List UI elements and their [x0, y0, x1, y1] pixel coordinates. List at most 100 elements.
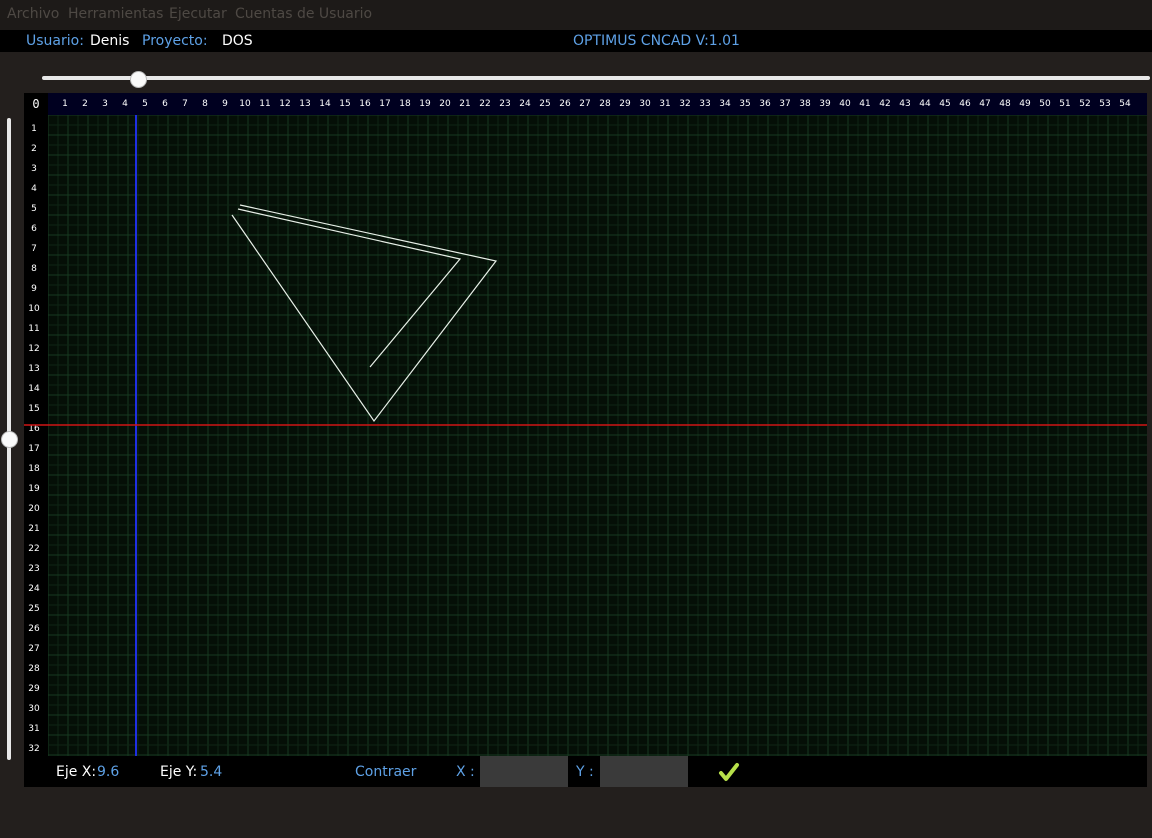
x-ruler-label: 11: [259, 99, 270, 109]
x-ruler-label: 31: [659, 99, 670, 109]
x-ruler-label: 33: [699, 99, 710, 109]
eje-x-value: 9.6: [97, 764, 120, 780]
x-ruler-label: 21: [459, 99, 470, 109]
x-ruler-label: 38: [799, 99, 811, 109]
y-ruler-label: 23: [28, 564, 39, 574]
x-ruler-label: 29: [619, 99, 631, 109]
user-value: Denis: [90, 33, 130, 49]
y-ruler-label: 6: [31, 224, 37, 234]
y-ruler-label: 15: [28, 404, 39, 414]
y-ruler-label: 12: [28, 344, 39, 354]
x-ruler-label: 2: [82, 99, 88, 109]
y-ruler-label: 11: [28, 324, 39, 334]
x-ruler-label: 39: [819, 99, 831, 109]
y-coordinate-input[interactable]: [600, 756, 688, 787]
grid-svg[interactable]: 0 1 2 3 4 5 6 7 8 9 10 11 12 13 14 15 16 17 18 19 20 21 22 23 24…: [24, 93, 1147, 756]
x-ruler-label: 37: [779, 99, 790, 109]
menu-archivo[interactable]: Archivo: [7, 6, 59, 22]
confirm-check-icon[interactable]: [718, 761, 740, 783]
y-ruler-label: 14: [28, 384, 40, 394]
y-ruler-label: 3: [31, 164, 37, 174]
x-ruler-label: 30: [639, 99, 651, 109]
x-ruler-label: 10: [239, 99, 251, 109]
x-ruler-label: 26: [559, 99, 571, 109]
y-ruler-label: 9: [31, 284, 37, 294]
y-ruler-label: 26: [28, 624, 40, 634]
x-ruler-label: 47: [979, 99, 990, 109]
x-ruler-label: 44: [919, 99, 931, 109]
y-ruler-label: 10: [28, 304, 40, 314]
x-ruler-label: 27: [579, 99, 590, 109]
y-ruler-label: 21: [28, 524, 39, 534]
contraer-button[interactable]: Contraer: [355, 764, 416, 780]
x-ruler-label: 7: [182, 99, 188, 109]
y-input-label: Y :: [576, 764, 594, 780]
x-ruler-label: 25: [539, 99, 550, 109]
y-ruler-label: 8: [31, 264, 37, 274]
x-coordinate-input[interactable]: [480, 756, 568, 787]
x-ruler-label: 1: [62, 99, 68, 109]
y-ruler-label: 5: [31, 204, 37, 214]
x-ruler-label: 23: [499, 99, 510, 109]
menu-cuentas-de-usuario[interactable]: Cuentas de Usuario: [235, 6, 372, 22]
x-ruler-label: 13: [299, 99, 310, 109]
project-value: DOS: [222, 33, 253, 49]
y-ruler-label: 1: [31, 124, 37, 134]
x-ruler-label: 36: [759, 99, 771, 109]
x-ruler-label: 52: [1079, 99, 1090, 109]
horizontal-slider-thumb[interactable]: [130, 71, 148, 88]
x-ruler-label: 48: [999, 99, 1011, 109]
x-ruler-label: 42: [879, 99, 890, 109]
ruler-origin-label: 0: [32, 97, 39, 111]
x-ruler-label: 41: [859, 99, 870, 109]
y-ruler-label: 4: [31, 184, 37, 194]
x-ruler-label: 5: [142, 99, 148, 109]
x-ruler-label: 49: [1019, 99, 1031, 109]
eje-y-label: Eje Y:: [160, 764, 198, 780]
x-input-label: X :: [456, 764, 475, 780]
x-ruler-label: 34: [719, 99, 731, 109]
y-ruler-label: 25: [28, 604, 39, 614]
x-ruler-label: 40: [839, 99, 851, 109]
y-ruler-label: 32: [28, 744, 39, 754]
horizontal-slider-track[interactable]: [42, 76, 1150, 80]
y-ruler-label: 28: [28, 664, 40, 674]
menu-herramientas[interactable]: Herramientas: [68, 6, 163, 22]
x-ruler-label: 17: [379, 99, 390, 109]
x-ruler-label: 22: [479, 99, 490, 109]
x-ruler-label: 35: [739, 99, 750, 109]
x-ruler-label: 19: [419, 99, 431, 109]
y-ruler-label: 17: [28, 444, 39, 454]
x-ruler-label: 28: [599, 99, 611, 109]
info-bar: Usuario: Denis Proyecto: DOS OPTIMUS CNC…: [0, 30, 1152, 52]
x-ruler-label: 51: [1059, 99, 1070, 109]
app-title: OPTIMUS CNCAD V:1.01: [573, 33, 740, 49]
y-ruler-label: 30: [28, 704, 40, 714]
x-ruler-label: 53: [1099, 99, 1110, 109]
x-ruler-label: 9: [222, 99, 228, 109]
x-ruler-label: 8: [202, 99, 208, 109]
y-ruler-label: 20: [28, 504, 40, 514]
y-ruler-label: 31: [28, 724, 39, 734]
y-ruler-label: 18: [28, 464, 40, 474]
y-ruler-label: 27: [28, 644, 39, 654]
vertical-slider-thumb[interactable]: [1, 431, 18, 448]
menu-bar: Archivo Herramientas Ejecutar Cuentas de…: [0, 0, 1152, 30]
x-ruler-label: 4: [122, 99, 128, 109]
x-ruler-label: 54: [1119, 99, 1131, 109]
y-ruler-label: 29: [28, 684, 40, 694]
project-label: Proyecto:: [142, 33, 208, 49]
user-label: Usuario:: [26, 33, 84, 49]
x-ruler-label: 45: [939, 99, 950, 109]
x-ruler-label: 50: [1039, 99, 1051, 109]
x-ruler-label: 18: [399, 99, 411, 109]
y-ruler-label: 19: [28, 484, 40, 494]
y-ruler-label: 24: [28, 584, 40, 594]
drawing-canvas[interactable]: 0 1 2 3 4 5 6 7 8 9 10 11 12 13 14 15 16 17 18 19 20 21 22 23 24…: [24, 93, 1147, 756]
y-ruler-label: 22: [28, 544, 39, 554]
x-ruler-label: 43: [899, 99, 910, 109]
menu-ejecutar[interactable]: Ejecutar: [169, 6, 227, 22]
x-ruler-label: 32: [679, 99, 690, 109]
x-ruler-label: 20: [439, 99, 451, 109]
eje-y-value: 5.4: [200, 764, 223, 780]
